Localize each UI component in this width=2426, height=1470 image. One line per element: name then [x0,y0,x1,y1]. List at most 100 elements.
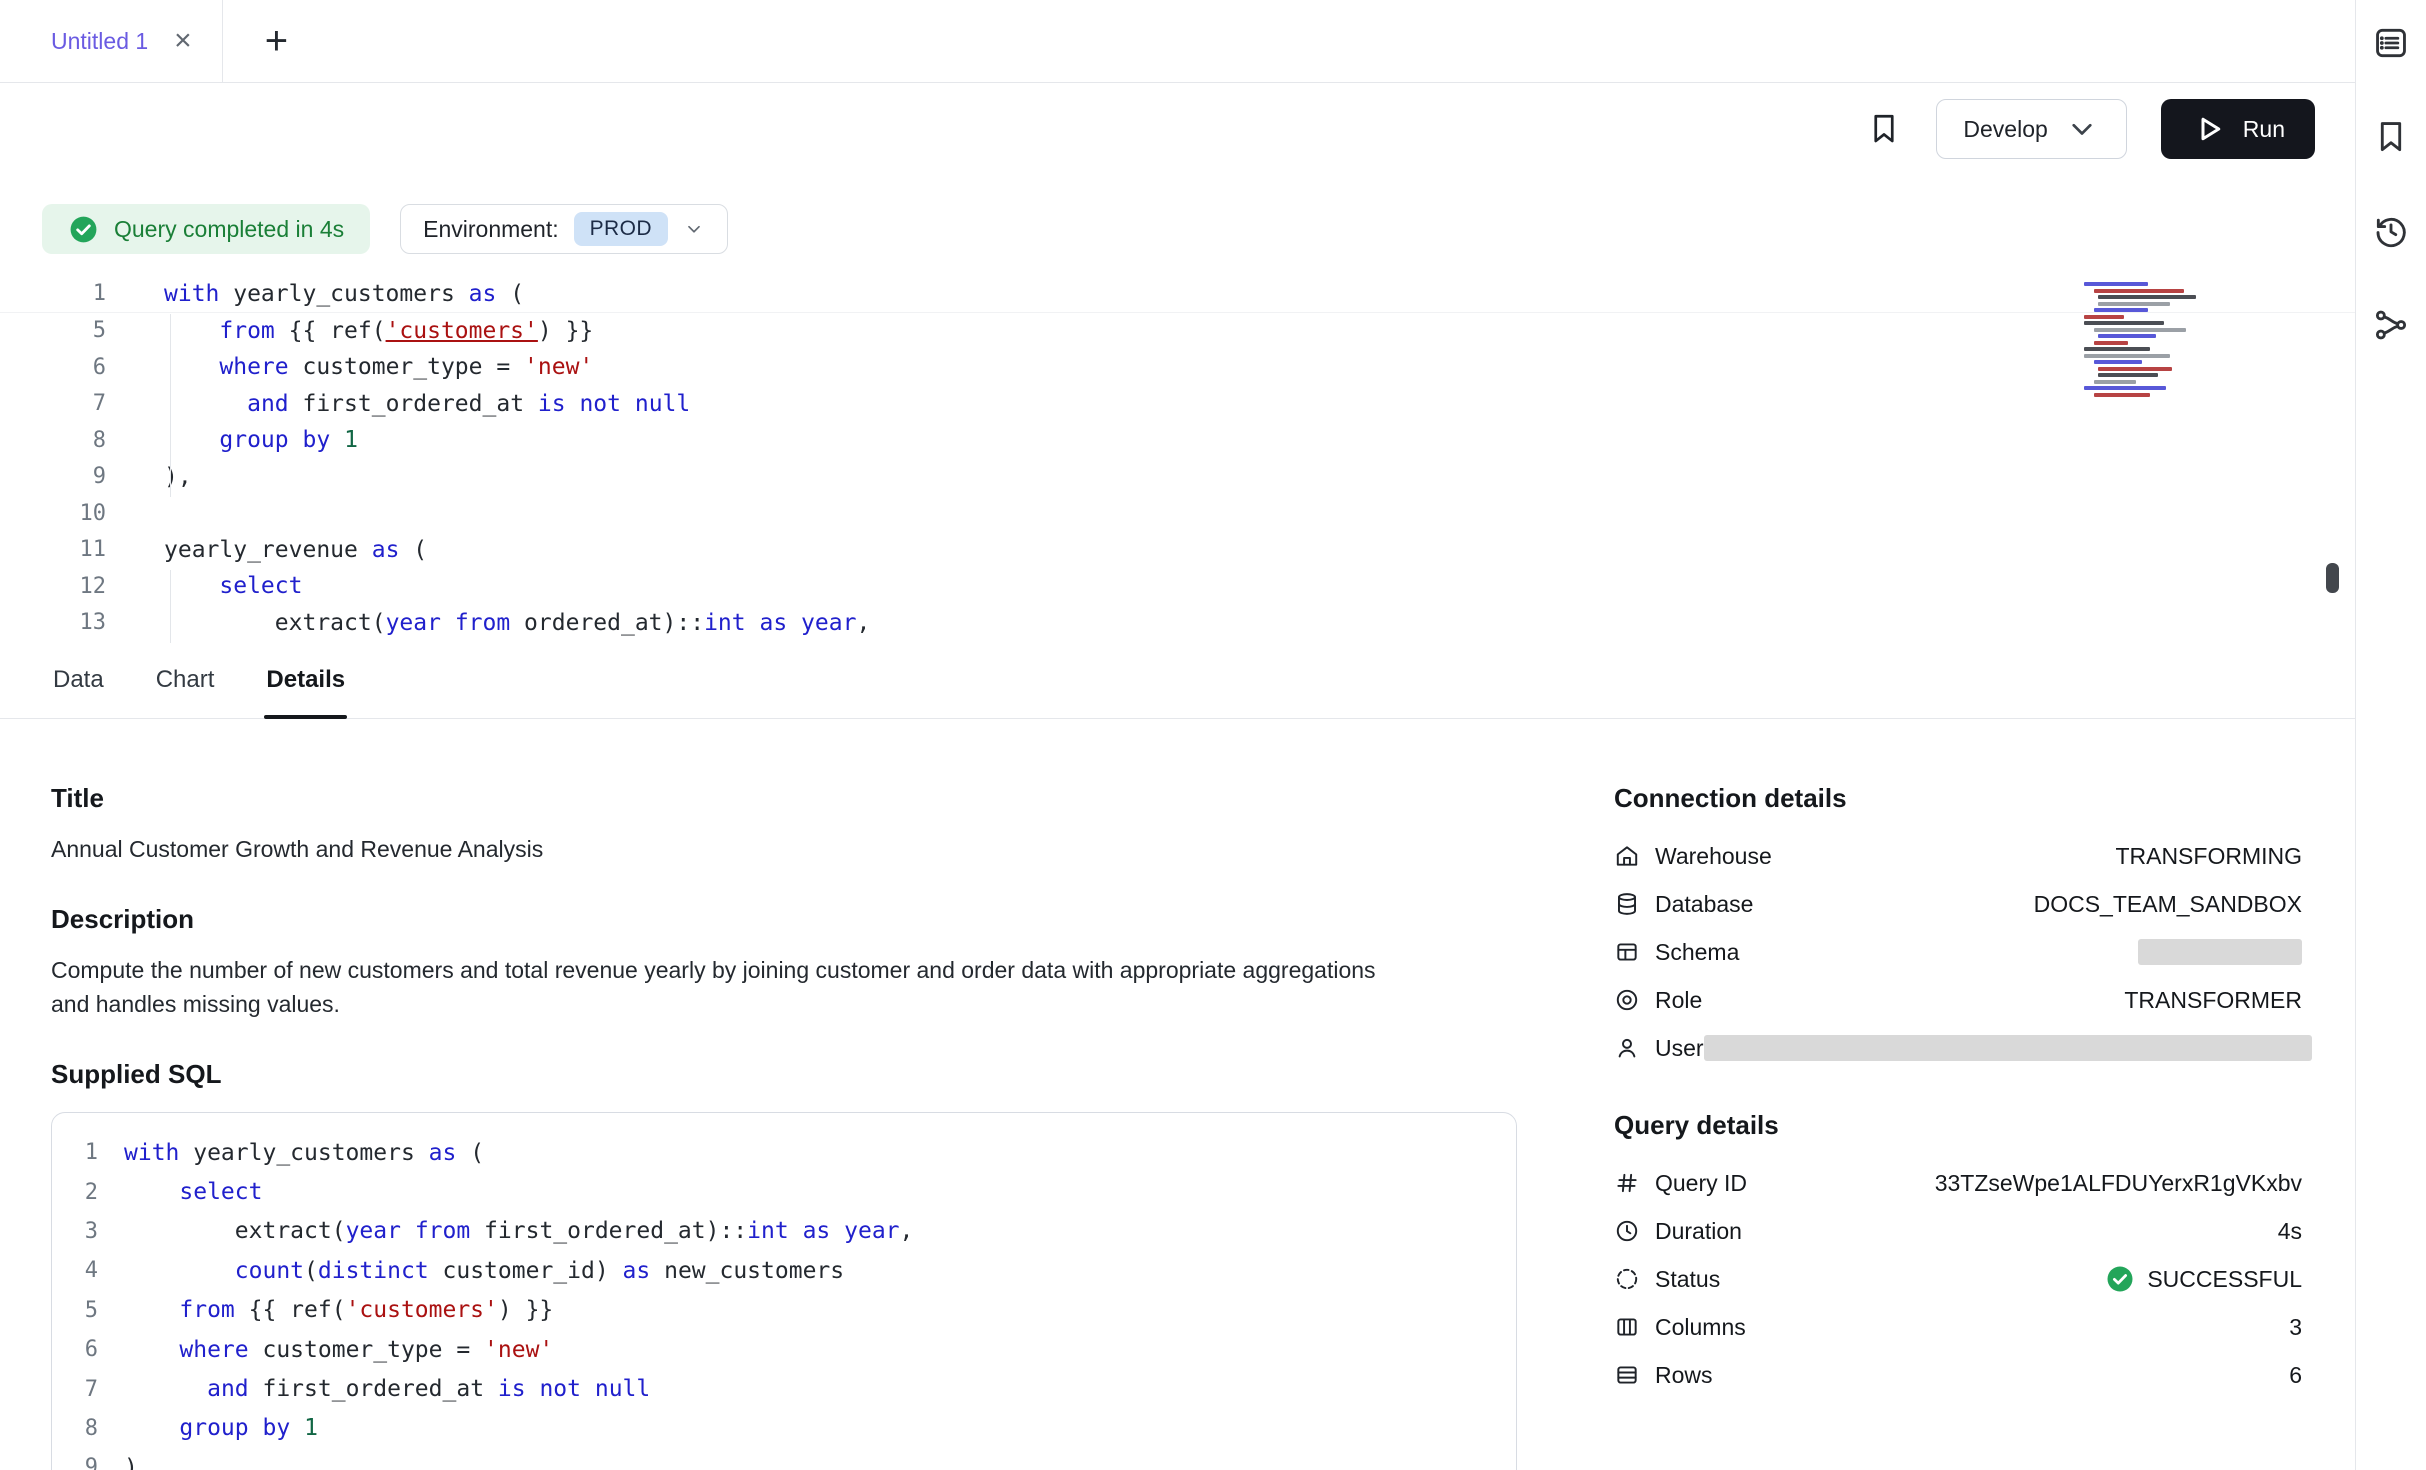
close-tab-icon[interactable]: × [174,26,192,56]
minimap-line [2084,321,2164,325]
line-number: 11 [0,537,106,562]
code-line[interactable]: 6 where customer_type = 'new' [68,1330,1492,1369]
line-number: 6 [0,355,106,380]
code-line[interactable]: 3 extract(year from first_ordered_at)::i… [68,1212,1492,1251]
code-token: null [595,1376,650,1402]
columns-row: Columns 3 [1614,1303,2302,1351]
code-text: with yearly_customers as ( [164,281,524,307]
code-text: ), [164,464,192,490]
code-token: is [498,1376,526,1402]
code-token: by [263,1415,291,1441]
code-token: year [801,610,856,636]
tab-chart[interactable]: Chart [154,641,217,718]
code-token: as [623,1258,651,1284]
new-tab-button[interactable]: + [265,21,288,61]
row-value: DOCS_TEAM_SANDBOX [2034,891,2302,918]
role-row: RoleTRANSFORMER [1614,976,2302,1024]
row-value [2138,939,2302,965]
code-line[interactable]: 1with yearly_customers as ( [0,276,2355,313]
code-line[interactable]: 12 select [0,568,2355,605]
user-icon [1614,1035,1640,1061]
code-line[interactable]: 2 select [68,1172,1492,1211]
code-line[interactable]: 9), [0,459,2355,496]
code-token: first_ordered_at [249,1376,498,1402]
check-circle-icon [2105,1264,2135,1294]
tab-data[interactable]: Data [51,641,106,718]
code-token: first_ordered_at):: [470,1218,747,1244]
code-token: from [455,610,510,636]
indent-guide [170,314,171,497]
minimap-line [2094,380,2136,384]
tab-untitled-1[interactable]: Untitled 1 × [0,0,223,82]
minimap-line [2084,282,2148,286]
bookmark-icon[interactable] [2372,118,2410,156]
row-value-text: TRANSFORMER [2124,987,2302,1014]
code-token: from [179,1297,234,1323]
ref-link[interactable]: 'customers' [386,318,538,344]
code-token: 1 [344,427,358,453]
row-label: Columns [1655,1314,1746,1341]
row-value-text: 33TZseWpe1ALFDUYerxR1gVKxbv [1935,1170,2302,1197]
code-line[interactable]: 4 count(distinct customer_id) as new_cus… [68,1251,1492,1290]
tab-details[interactable]: Details [264,641,347,718]
code-line[interactable]: 11yearly_revenue as ( [0,532,2355,569]
code-token: ordered_at):: [510,610,704,636]
code-text: from {{ ref('customers') }} [124,1297,553,1323]
code-token: null [635,391,690,417]
run-button[interactable]: Run [2161,99,2315,159]
line-number: 4 [68,1258,98,1283]
code-line[interactable]: 6 where customer_type = 'new' [0,349,2355,386]
line-number: 13 [0,610,106,635]
code-line[interactable]: 10 [0,495,2355,532]
details-right-column: Connection details WarehouseTRANSFORMING… [1614,783,2302,1399]
code-line[interactable]: 8 group by 1 [68,1409,1492,1448]
editor-minimap[interactable] [2084,282,2200,399]
app-root: Untitled 1 × + Develop Run Query complet… [0,0,2426,1470]
code-token: select [179,1179,262,1205]
code-text: from {{ ref('customers') }} [164,318,593,344]
code-token [249,1415,263,1441]
code-token: yearly_customers [219,281,468,307]
code-line[interactable]: 5 from {{ ref('customers') }} [0,313,2355,350]
minimap-line [2098,302,2170,306]
develop-button[interactable]: Develop [1936,99,2126,159]
line-number: 3 [68,1219,98,1244]
code-token: yearly_customers [179,1140,428,1166]
environment-selector[interactable]: Environment: PROD [400,204,728,254]
code-line[interactable]: 13 extract(year from ordered_at)::int as… [0,605,2355,642]
history-icon[interactable] [2372,212,2410,250]
outline-list-icon[interactable] [2372,24,2410,62]
code-text: group by 1 [124,1415,318,1441]
code-token [164,427,219,453]
editor-lines: 1with yearly_customers as (5 from {{ ref… [0,276,2355,641]
code-line[interactable]: 1with yearly_customers as ( [68,1133,1492,1172]
code-token: not [579,391,621,417]
row-value-text: 3 [2289,1314,2302,1341]
code-token: as [429,1140,457,1166]
code-token: customer_type = [249,1337,484,1363]
code-line[interactable]: 5 from {{ ref('customers') }} [68,1291,1492,1330]
code-text: group by 1 [164,427,358,453]
hash-icon [1614,1170,1640,1196]
code-line[interactable]: 7 and first_ordered_at is not null [68,1369,1492,1408]
lineage-icon[interactable] [2372,306,2410,344]
code-line[interactable]: 7 and first_ordered_at is not null [0,386,2355,423]
row-label: Database [1655,891,1753,918]
description-text: Compute the number of new customers and … [51,953,1391,1021]
code-token [124,1337,179,1363]
title-text: Annual Customer Growth and Revenue Analy… [51,832,1517,866]
code-token: and [247,391,289,417]
code-token: ( [456,1140,484,1166]
bookmark-icon[interactable] [1866,111,1902,147]
schema-row: Schema [1614,928,2302,976]
sql-editor[interactable]: 1with yearly_customers as (5 from {{ ref… [0,276,2355,641]
minimap-line [2098,373,2158,377]
code-token: as [759,610,787,636]
code-token [789,1218,803,1244]
code-line[interactable]: 8 group by 1 [0,422,2355,459]
code-line[interactable]: 9), [68,1448,1492,1470]
code-token: ) }} [538,318,593,344]
editor-scrollbar-thumb[interactable] [2326,563,2339,593]
row-value: 6 [2289,1362,2302,1389]
line-number: 7 [68,1377,98,1402]
